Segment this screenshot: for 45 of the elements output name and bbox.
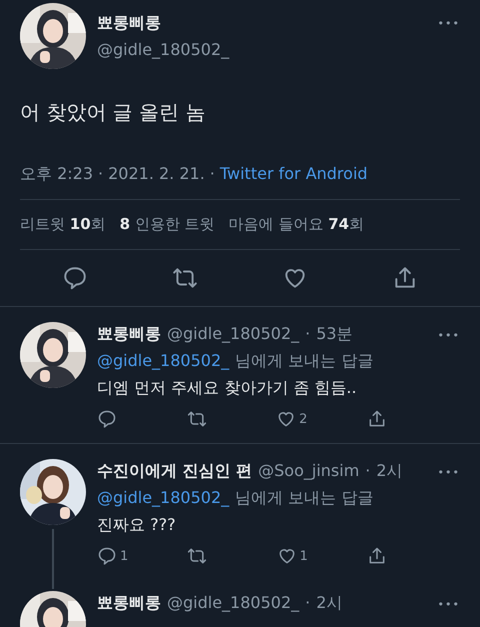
display-name: 수진이에게 진심인 편 xyxy=(97,461,252,482)
separator-dot: · xyxy=(305,593,310,612)
reply-label: 님에게 보내는 답글 xyxy=(235,351,374,372)
retweet-icon[interactable] xyxy=(186,409,207,429)
mention-link[interactable]: @gidle_180502_ xyxy=(97,488,230,509)
retweet-icon[interactable] xyxy=(187,546,208,566)
comment-icon[interactable] xyxy=(62,265,88,291)
share-icon[interactable] xyxy=(366,546,387,566)
reply-time: 53분 xyxy=(316,324,353,345)
tweet-text: 어 찾았어 글 올린 놈 xyxy=(20,99,206,126)
source-link[interactable]: Twitter for Android xyxy=(220,164,368,185)
display-name: 뾰롱삐롱 xyxy=(97,13,162,34)
separator-dot: · xyxy=(365,461,370,480)
user-handle: @Soo_jinsim xyxy=(258,461,360,480)
stat-count[interactable]: 8 인용한 트윗 xyxy=(120,215,215,234)
action-count: 1 xyxy=(300,548,308,564)
heart-icon[interactable] xyxy=(276,409,296,429)
comment-icon[interactable] xyxy=(97,409,117,429)
stat-count[interactable]: 마음에 들어요 74회 xyxy=(228,215,364,234)
separator-dot: · xyxy=(98,164,104,185)
display-name: 뾰롱삐롱 xyxy=(97,324,161,345)
separator-dot: · xyxy=(210,164,215,185)
more-options[interactable]: ••• xyxy=(438,329,460,342)
user-handle: @gidle_180502_ xyxy=(167,324,300,343)
more-options[interactable]: ••• xyxy=(438,466,460,479)
tweet-time: 오후 2:23 xyxy=(20,164,94,185)
share-icon[interactable] xyxy=(366,409,387,429)
reply-text: 진짜요 ??? xyxy=(97,515,177,536)
reply-time: 2시 xyxy=(316,593,342,614)
more-options[interactable]: ••• xyxy=(438,598,460,611)
display-name: 뾰롱삐롱 xyxy=(97,593,161,614)
comment-icon[interactable] xyxy=(97,546,117,566)
action-count: 2 xyxy=(299,412,308,426)
mention-link[interactable]: @gidle_180502_ xyxy=(97,351,230,372)
separator-dot: · xyxy=(305,324,310,343)
reply-time: 2시 xyxy=(376,461,403,482)
action-count: 1 xyxy=(120,548,128,564)
reply-text: 디엠 먼저 주세요 찾아가기 좀 힘듬.. xyxy=(97,378,358,399)
tweet-date: 2021. 2. 21. xyxy=(108,164,205,185)
user-handle: @gidle_180502_ xyxy=(97,40,230,59)
reply-label: 님에게 보내는 답글 xyxy=(235,488,374,509)
heart-icon[interactable] xyxy=(276,546,297,566)
stat-count[interactable]: 리트윗 10회 xyxy=(20,215,106,234)
more-options[interactable]: ••• xyxy=(438,3,460,30)
user-handle: @gidle_180502_ xyxy=(167,593,300,612)
